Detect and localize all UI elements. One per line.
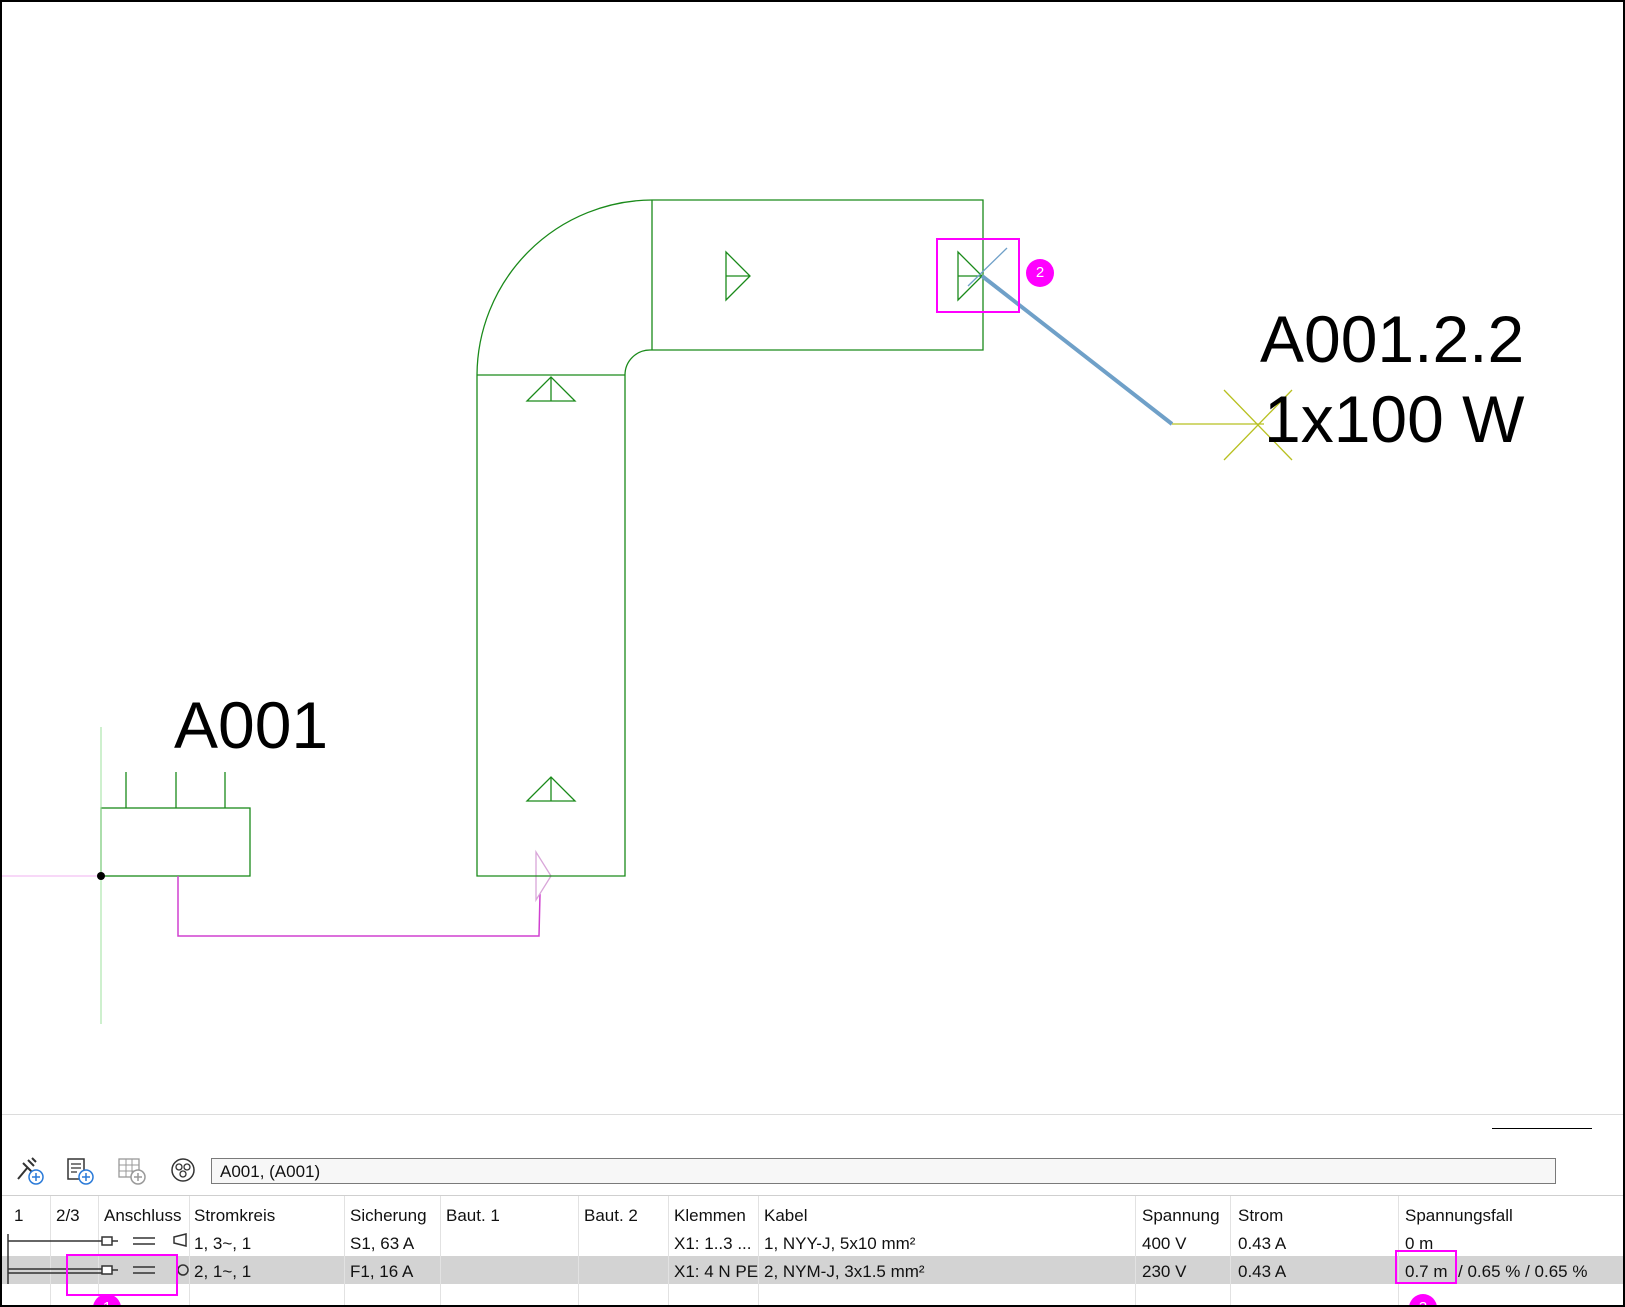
cable-duct[interactable] [476, 199, 984, 877]
column-divider [758, 1196, 759, 1305]
column-divider [440, 1196, 441, 1305]
circuit-table: 1 2/3 Anschluss Stromkreis Sicherung Bau… [2, 1195, 1623, 1305]
row2-klemmen: X1: 4 N PE [674, 1262, 759, 1281]
header-sicherung[interactable]: Sicherung [350, 1206, 427, 1226]
panel-divider [1492, 1128, 1592, 1129]
panel-add-icon[interactable] [62, 1153, 96, 1187]
distribution-label: A001 [174, 688, 328, 762]
load-label-line2: 1x100 W [1264, 382, 1525, 456]
header-spannung[interactable]: Spannung [1142, 1206, 1220, 1226]
badge-2: 2 [1026, 259, 1054, 287]
application-window: A001 A001.2.2 1x100 W 2 A001, (A001) 1 2… [0, 0, 1625, 1307]
row2-spannung: 230 V [1142, 1262, 1187, 1281]
row1-sicherung: S1, 63 A [350, 1234, 415, 1253]
header-stromkreis[interactable]: Stromkreis [194, 1206, 275, 1226]
column-divider [668, 1196, 669, 1305]
row1-stromkreis: 1, 3~, 1 [194, 1234, 252, 1253]
row2-sicherung: F1, 16 A [350, 1262, 414, 1281]
header-klemmen[interactable]: Klemmen [674, 1206, 746, 1226]
row2-strom: 0.43 A [1238, 1262, 1287, 1281]
distribution-board-symbol[interactable] [100, 772, 251, 877]
row2-spannungsfall-percent: / 0.65 % / 0.65 % [1458, 1262, 1588, 1281]
highlight-box-outlet [936, 238, 1020, 313]
plan-drawing: A001 A001.2.2 1x100 W [2, 199, 1525, 1024]
header-baut-2[interactable]: Baut. 2 [584, 1206, 638, 1226]
grid-add-icon[interactable] [114, 1153, 148, 1187]
header-spannungsfall[interactable]: Spannungsfall [1405, 1206, 1513, 1226]
header-anschluss[interactable]: Anschluss [104, 1206, 181, 1226]
duct-direction-arrows [525, 250, 983, 802]
badge-3: 3 [1409, 1294, 1437, 1305]
header-1[interactable]: 1 [14, 1206, 23, 1226]
selection-field[interactable]: A001, (A001) [211, 1158, 1556, 1184]
column-divider [578, 1196, 579, 1305]
row1-strom: 0.43 A [1238, 1234, 1287, 1253]
row1-klemmen: X1: 1..3 ... [674, 1234, 752, 1253]
row1-kabel: 1, NYY-J, 5x10 mm² [764, 1234, 916, 1253]
header-2-3[interactable]: 2/3 [56, 1206, 80, 1226]
row1-spannung: 400 V [1142, 1234, 1187, 1253]
header-strom[interactable]: Strom [1238, 1206, 1283, 1226]
insertion-point-dot [97, 872, 105, 880]
drawing-canvas[interactable]: A001 A001.2.2 1x100 W 2 [2, 2, 1623, 1112]
circuit-group-icon[interactable] [166, 1153, 200, 1187]
connect-plug-add-icon[interactable] [12, 1153, 46, 1187]
highlight-box-connection [66, 1254, 178, 1296]
row2-kabel: 2, NYM-J, 3x1.5 mm² [764, 1262, 925, 1281]
panel-toolbar: A001, (A001) [2, 1145, 1623, 1193]
load-label-line1: A001.2.2 [1260, 302, 1524, 376]
column-divider [1230, 1196, 1231, 1305]
circuit-route-line [177, 876, 541, 937]
circuit-panel: A001, (A001) 1 2/3 Anschluss Stromkreis … [2, 1114, 1623, 1305]
column-divider [344, 1196, 345, 1305]
header-baut-1[interactable]: Baut. 1 [446, 1206, 500, 1226]
row2-stromkreis: 2, 1~, 1 [194, 1262, 252, 1281]
column-divider [1135, 1196, 1136, 1305]
header-kabel[interactable]: Kabel [764, 1206, 807, 1226]
highlight-box-length [1395, 1250, 1457, 1284]
